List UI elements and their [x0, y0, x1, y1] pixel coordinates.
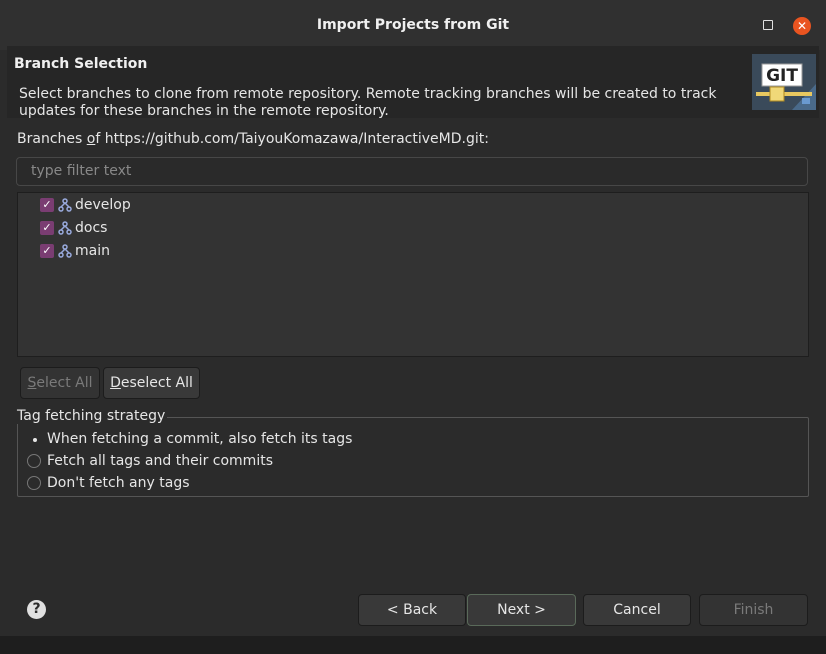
branches-label: Branches of https://github.com/TaiyouKom… — [17, 131, 489, 147]
deselect-all-mnemonic: D — [110, 375, 121, 391]
tag-strategy-label: Tag fetching strategy — [17, 408, 168, 424]
filter-placeholder: type filter text — [31, 163, 132, 179]
page-description: Select branches to clone from remote rep… — [19, 86, 717, 119]
help-glyph: ? — [32, 601, 41, 617]
branch-label: develop — [75, 197, 131, 213]
branch-label: docs — [75, 220, 108, 236]
radio[interactable] — [27, 476, 41, 490]
select-all-button[interactable]: Select All — [20, 367, 100, 399]
window-title: Import Projects from Git — [316, 17, 510, 33]
branch-list[interactable]: ✓ develop ✓ docs ✓ main — [17, 192, 809, 357]
radio-label: Don't fetch any tags — [47, 475, 190, 491]
select-all-mnemonic: S — [27, 375, 37, 391]
branch-label: main — [75, 243, 110, 259]
radio-label: When fetching a commit, also fetch its t… — [47, 431, 353, 447]
title-bar: Import Projects from Git — [0, 0, 826, 50]
maximize-icon[interactable] — [763, 20, 773, 30]
branch-icon — [58, 221, 72, 235]
next-button[interactable]: Next > — [467, 594, 576, 626]
cancel-button[interactable]: Cancel — [583, 594, 691, 626]
radio-option-fetch-all-tags[interactable]: Fetch all tags and their commits — [27, 451, 273, 471]
radio[interactable] — [27, 454, 41, 468]
list-item[interactable]: ✓ docs — [40, 218, 107, 238]
checkbox[interactable]: ✓ — [40, 198, 54, 212]
radio-option-no-tags[interactable]: Don't fetch any tags — [27, 473, 190, 493]
page-title: Branch Selection — [14, 56, 148, 72]
radio-selected[interactable] — [27, 432, 41, 446]
deselect-all-label: eselect All — [120, 375, 193, 391]
branches-label-prefix: Branches — [17, 131, 87, 147]
cancel-label: Cancel — [613, 602, 661, 618]
next-label: Next > — [497, 602, 546, 618]
finish-button[interactable]: Finish — [699, 594, 808, 626]
wizard-header: Branch Selection Select branches to clon… — [7, 46, 819, 119]
back-label: < Back — [386, 602, 438, 618]
branch-icon — [58, 198, 72, 212]
list-item[interactable]: ✓ develop — [40, 195, 131, 215]
branch-icon — [58, 244, 72, 258]
radio-label: Fetch all tags and their commits — [47, 453, 273, 469]
close-icon: ✕ — [796, 19, 808, 33]
checkbox[interactable]: ✓ — [40, 221, 54, 235]
radio-option-fetch-commit-tags[interactable]: When fetching a commit, also fetch its t… — [27, 429, 352, 449]
branches-label-rest: f https://github.com/TaiyouKomazawa/Inte… — [95, 131, 489, 147]
close-button[interactable]: ✕ — [793, 17, 811, 35]
list-item[interactable]: ✓ main — [40, 241, 110, 261]
git-logo-icon: GIT — [752, 54, 816, 110]
filter-input[interactable]: type filter text — [16, 157, 808, 186]
select-all-label: elect All — [36, 375, 93, 391]
deselect-all-button[interactable]: Deselect All — [103, 367, 200, 399]
help-icon[interactable]: ? — [27, 600, 46, 619]
finish-label: Finish — [733, 602, 774, 618]
back-button[interactable]: < Back — [358, 594, 466, 626]
taskbar-strip — [0, 636, 826, 654]
checkbox[interactable]: ✓ — [40, 244, 54, 258]
git-logo-text: GIT — [766, 66, 798, 86]
